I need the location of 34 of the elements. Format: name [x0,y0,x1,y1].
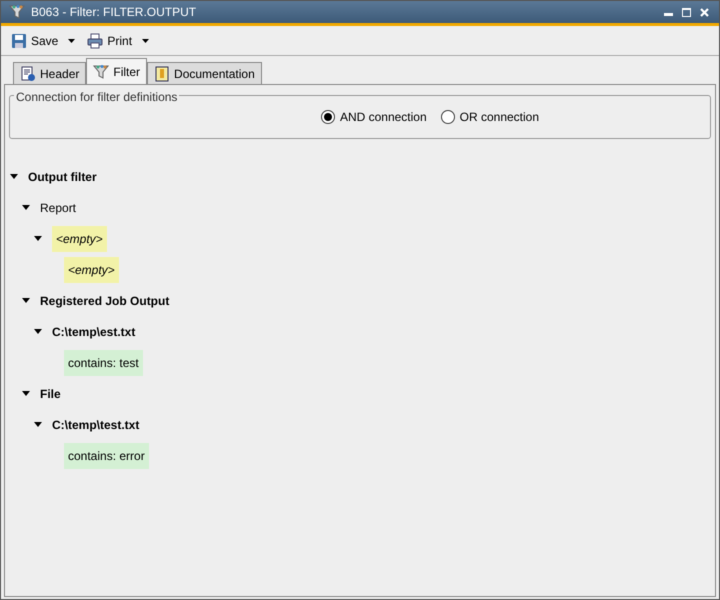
tree-node-label[interactable]: C:\temp\est.txt [52,318,136,344]
empty-node[interactable]: <empty> [64,256,119,282]
funnel-icon [9,4,25,20]
printer-icon [87,32,104,48]
expand-arrow-icon[interactable] [34,329,42,334]
expand-arrow-icon[interactable] [22,391,30,396]
expand-arrow-icon[interactable] [10,174,18,179]
dropdown-caret-icon [142,38,150,42]
dropdown-caret-icon [68,38,76,42]
tab[interactable]: Filter [86,58,148,84]
tab[interactable]: Header [13,62,86,84]
close-icon[interactable] [700,8,709,16]
toolbar-button[interactable]: Save [9,28,78,52]
tree-node-label[interactable]: File [40,380,61,406]
book-icon [154,66,170,82]
tree-node-label[interactable]: C:\temp\test.txt [52,412,140,438]
window-title: B063 - Filter: FILTER.OUTPUT [31,4,196,21]
tree-node-label[interactable]: Report [40,194,76,220]
tree-node-label[interactable]: Registered Job Output [40,288,170,314]
radio-option[interactable]: OR connection [440,108,540,126]
expand-arrow-icon[interactable] [22,298,30,303]
funnel-icon [93,64,110,80]
toolbar-button[interactable]: Print [85,28,152,52]
expand-arrow-icon[interactable] [34,236,42,241]
tree-node-label[interactable]: Output filter [28,164,97,190]
filter-condition[interactable]: contains: error [64,442,149,468]
filter-condition[interactable]: contains: test [64,350,143,376]
expand-arrow-icon[interactable] [22,205,30,210]
expand-arrow-icon[interactable] [34,422,42,427]
empty-node[interactable]: <empty> [52,226,107,252]
document-info-icon [20,66,36,82]
maximize-icon[interactable] [682,8,691,16]
tab[interactable]: Documentation [147,62,262,84]
radio-option[interactable]: AND connection [320,108,427,126]
